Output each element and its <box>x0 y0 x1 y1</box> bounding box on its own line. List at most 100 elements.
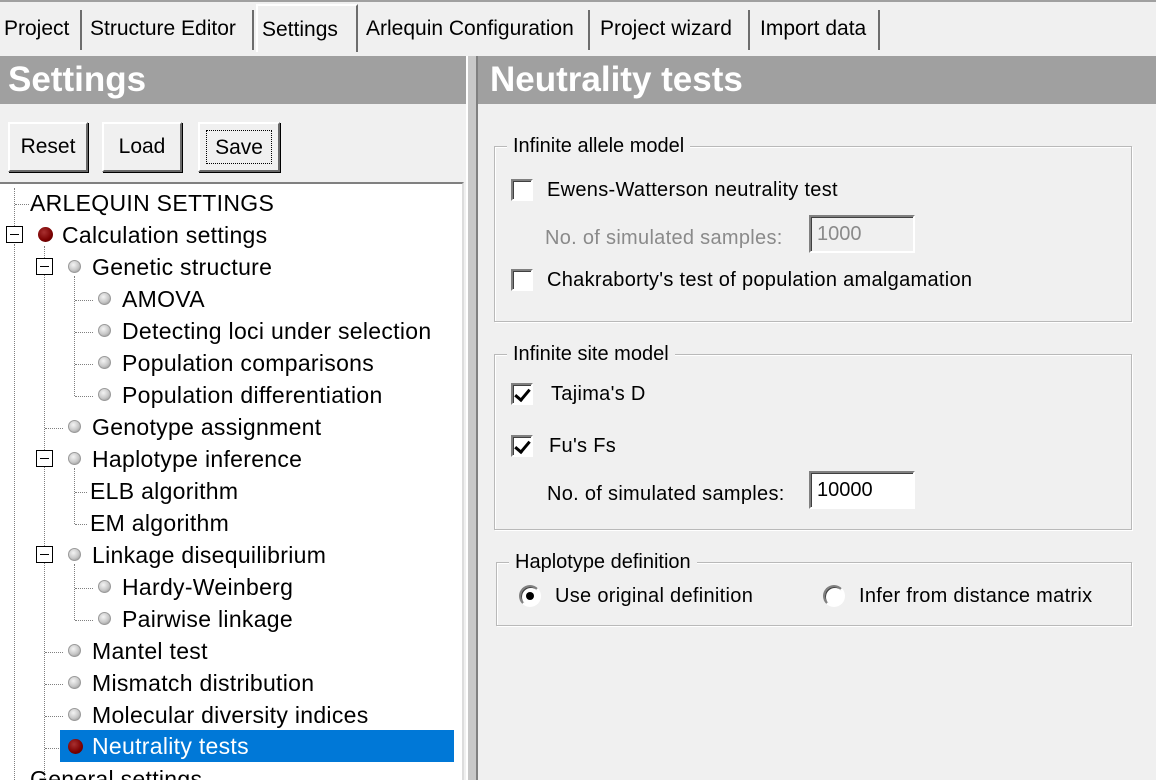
gray-dot-icon <box>98 356 111 369</box>
tree-item-population-comparisons[interactable]: Population comparisons <box>122 348 374 378</box>
dark-red-dot-icon <box>68 739 83 754</box>
use-original-definition-label: Use original definition <box>555 585 754 607</box>
settings-panel: Settings Reset Load Save ARLEQUIN SETTIN… <box>0 56 466 780</box>
tajimas-d-checkbox[interactable] <box>511 383 533 405</box>
infer-from-distance-matrix-label: Infer from distance matrix <box>859 585 1093 607</box>
tree-item-label: Population differentiation <box>122 382 383 408</box>
fu-sim-samples-input[interactable] <box>809 471 915 509</box>
tree-item-label: ELB algorithm <box>90 478 239 504</box>
neutrality-tests-title: Neutrality tests <box>478 56 1156 104</box>
tree-item-genotype-assignment[interactable]: Genotype assignment <box>92 412 321 442</box>
group-title: Infinite allele model <box>507 133 691 159</box>
tree-line <box>45 716 63 717</box>
tree-line <box>15 204 29 205</box>
load-button[interactable]: Load <box>102 122 182 172</box>
tree-item-label: Genetic structure <box>92 254 273 280</box>
tree-item-detecting-loci[interactable]: Detecting loci under selection <box>122 316 431 346</box>
gray-dot-icon <box>98 580 111 593</box>
tree-item-label: General settings <box>30 766 203 780</box>
tree-item-label: Mantel test <box>92 638 208 664</box>
tree-item-label: Population comparisons <box>122 350 375 376</box>
tree-line <box>74 468 75 524</box>
gray-dot-icon <box>98 612 111 625</box>
infinite-allele-model-group: Infinite allele model Ewens-Watterson ne… <box>494 133 1132 322</box>
tree-item-population-differentiation[interactable]: Population differentiation <box>122 380 383 410</box>
tree-line <box>45 684 63 685</box>
tree-item-neutrality-tests[interactable]: Neutrality tests <box>60 730 454 762</box>
tree-item-genetic-structure[interactable]: Genetic structure <box>92 252 272 282</box>
tree-item-elb-algorithm[interactable]: ELB algorithm <box>90 476 238 506</box>
tree-item-haplotype-inference[interactable]: Haplotype inference <box>92 444 302 474</box>
tree-item-label: Haplotype inference <box>92 446 303 472</box>
gray-dot-icon <box>98 388 111 401</box>
tree-line <box>74 276 75 396</box>
panel-splitter[interactable] <box>466 56 478 780</box>
tree-line <box>75 524 87 525</box>
tree-line <box>75 396 93 397</box>
tree-item-linkage-disequilibrium[interactable]: Linkage disequilibrium <box>92 540 326 570</box>
fus-fs-label: Fu's Fs <box>549 435 617 457</box>
save-button-label: Save <box>206 130 272 164</box>
fu-sim-samples-label: No. of simulated samples: <box>547 483 785 505</box>
tree-item-em-algorithm[interactable]: EM algorithm <box>90 508 229 538</box>
tree-item-label: EM algorithm <box>90 510 230 536</box>
tree-item-pairwise-linkage[interactable]: Pairwise linkage <box>122 604 293 634</box>
tree-item-amova[interactable]: AMOVA <box>122 284 205 314</box>
tree-item-molecular-diversity-indices[interactable]: Molecular diversity indices <box>92 700 369 730</box>
tree-item-label: Pairwise linkage <box>122 606 293 632</box>
tree-item-mismatch-distribution[interactable]: Mismatch distribution <box>92 668 314 698</box>
save-button[interactable]: Save <box>198 122 280 172</box>
tree-item-label: ARLEQUIN SETTINGS <box>30 190 275 216</box>
collapse-linkage-disequilibrium-icon[interactable] <box>36 546 53 563</box>
tree-line <box>44 246 45 780</box>
use-original-definition-radio[interactable] <box>519 585 541 607</box>
infinite-site-model-group: Infinite site model Tajima's D Fu's Fs N… <box>494 341 1132 530</box>
chakraborty-label: Chakraborty's test of population amalgam… <box>547 269 973 291</box>
tree-item-label: Linkage disequilibrium <box>92 542 327 568</box>
tab-project-wizard[interactable]: Project wizard <box>596 10 750 50</box>
tree-item-label: Genotype assignment <box>92 414 322 440</box>
group-title: Haplotype definition <box>509 549 697 575</box>
tab-import-data[interactable]: Import data <box>756 10 880 50</box>
neutrality-tests-panel: Neutrality tests Infinite allele model E… <box>478 56 1156 780</box>
chakraborty-checkbox[interactable] <box>511 269 533 291</box>
gray-dot-icon <box>68 676 81 689</box>
collapse-haplotype-inference-icon[interactable] <box>36 450 53 467</box>
gray-dot-icon <box>68 260 81 273</box>
tree-item-label: Mismatch distribution <box>92 670 315 696</box>
tree-line <box>74 564 75 620</box>
tree-line <box>45 428 63 429</box>
ewens-watterson-label: Ewens-Watterson neutrality test <box>547 179 838 201</box>
settings-tree[interactable]: ARLEQUIN SETTINGS Calculation settings G… <box>0 182 464 780</box>
tree-item-general-settings[interactable]: General settings <box>30 764 202 780</box>
tree-item-hardy-weinberg[interactable]: Hardy-Weinberg <box>122 572 293 602</box>
collapse-calculation-settings-icon[interactable] <box>6 226 23 243</box>
tab-arlequin-configuration[interactable]: Arlequin Configuration <box>362 10 590 50</box>
fus-fs-checkbox[interactable] <box>511 435 533 457</box>
reset-button[interactable]: Reset <box>8 122 88 172</box>
tree-line <box>75 364 93 365</box>
tree-item-calculation-settings[interactable]: Calculation settings <box>62 220 267 250</box>
dark-red-dot-icon <box>38 227 53 242</box>
haplotype-definition-group: Haplotype definition Use original defini… <box>496 549 1132 626</box>
tab-project[interactable]: Project <box>0 10 82 50</box>
tree-line <box>14 244 15 780</box>
tree-item-label: Calculation settings <box>62 222 268 248</box>
gray-dot-icon <box>98 324 111 337</box>
gray-dot-icon <box>98 292 111 305</box>
group-title: Infinite site model <box>507 341 675 367</box>
tree-item-mantel-test[interactable]: Mantel test <box>92 636 208 666</box>
ewens-sim-samples-input <box>809 215 915 253</box>
infer-from-distance-matrix-radio[interactable] <box>823 585 845 607</box>
tajimas-d-label: Tajima's D <box>551 383 646 405</box>
tree-item-label: Hardy-Weinberg <box>122 574 294 600</box>
tab-settings[interactable]: Settings <box>256 4 358 52</box>
gray-dot-icon <box>68 644 81 657</box>
tree-item-arlequin-settings[interactable]: ARLEQUIN SETTINGS <box>30 188 274 218</box>
tree-item-label: AMOVA <box>122 286 205 312</box>
tree-line <box>45 652 63 653</box>
ewens-watterson-checkbox[interactable] <box>511 179 533 201</box>
collapse-genetic-structure-icon[interactable] <box>36 258 53 275</box>
gray-dot-icon <box>68 708 81 721</box>
tab-structure-editor[interactable]: Structure Editor <box>86 10 254 50</box>
